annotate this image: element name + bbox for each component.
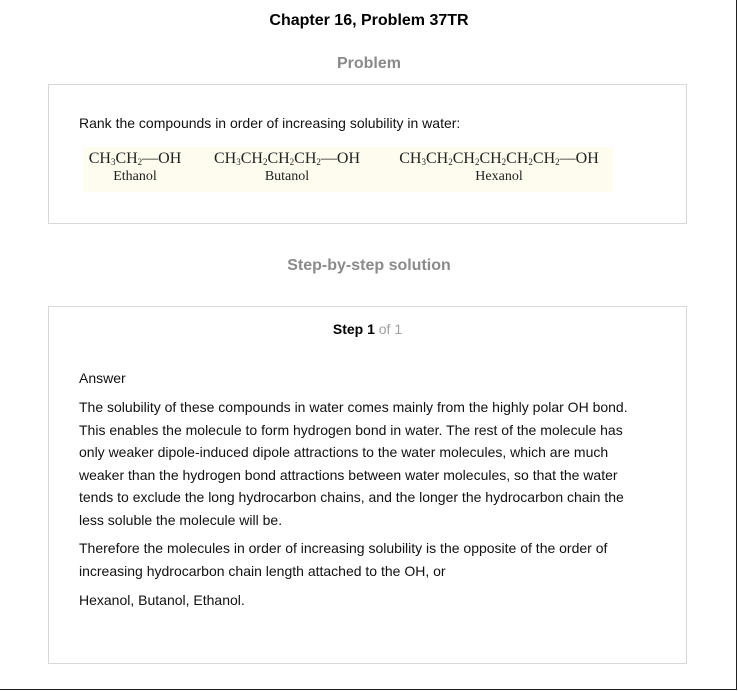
solution-heading: Step-by-step solution <box>287 257 451 274</box>
solution-paragraph: Therefore the molecules in order of incr… <box>79 540 608 579</box>
compound-name: Hexanol <box>475 169 523 184</box>
problem-box: Rank the compounds in order of increasin… <box>48 84 687 224</box>
compounds-figure: CH3CH2—OH Ethanol CH3CH2CH2CH2—OH Butano… <box>83 147 613 192</box>
compound-ethanol: CH3CH2—OH Ethanol <box>83 149 187 185</box>
compound-name: Butanol <box>264 169 310 184</box>
compound-butanol: CH3CH2CH2CH2—OH Butanol <box>207 149 367 185</box>
step-count: of 1 <box>378 321 403 337</box>
solution-box: Step 1 of 1 Answer The solubility of the… <box>48 306 687 664</box>
step-label: Step 1 <box>332 321 375 337</box>
solution-paragraph: The solubility of these compounds in wat… <box>79 399 628 528</box>
compound-formula: CH3CH2—OH <box>88 150 182 167</box>
problem-question: Rank the compounds in order of increasin… <box>79 115 461 131</box>
problem-heading: Problem <box>336 55 401 72</box>
step-header: Step 1 of 1 <box>49 321 686 337</box>
compound-name: Ethanol <box>113 169 157 184</box>
compound-formula: CH3CH2CH2CH2—OH <box>213 150 361 167</box>
compound-hexanol: CH3CH2CH2CH2CH2CH2—OH Hexanol <box>391 149 607 185</box>
compound-formula: CH3CH2CH2CH2CH2CH2—OH <box>399 150 599 167</box>
answer-label: Answer <box>79 370 126 386</box>
final-answer: Hexanol, Butanol, Ethanol. <box>79 592 245 608</box>
page-title: Chapter 16, Problem 37TR <box>269 12 469 29</box>
